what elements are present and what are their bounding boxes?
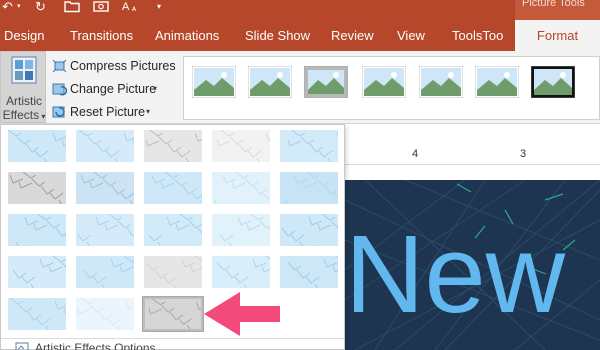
picture-style-option[interactable] <box>530 65 576 99</box>
camera-icon[interactable] <box>93 0 109 14</box>
picture-style-option[interactable] <box>418 65 464 99</box>
folder-icon[interactable] <box>64 0 80 14</box>
ribbon-adjust-group: Artistic Effects ▾ Compress Pictures Cha… <box>0 51 600 124</box>
font-size-down-icon[interactable]: ᴬ <box>132 3 136 17</box>
artistic-effect-option[interactable] <box>142 296 204 332</box>
horizontal-ruler: 4 3 <box>345 145 600 165</box>
tab-format[interactable]: Format <box>515 20 600 51</box>
tab-review[interactable]: Review <box>331 20 374 51</box>
picture-style-option[interactable] <box>247 65 293 99</box>
artistic-effect-option[interactable] <box>6 128 68 164</box>
artistic-effect-option[interactable] <box>74 170 136 206</box>
font-size-icon[interactable]: A <box>122 0 129 14</box>
tab-animations[interactable]: Animations <box>155 20 219 51</box>
title-bar: ↶ ▾ ↻ A ᴬ ▾ Picture Tools <box>0 0 600 20</box>
chevron-down-icon[interactable]: ▾ <box>153 79 157 99</box>
compress-icon <box>52 59 67 73</box>
change-picture-icon <box>52 83 67 96</box>
ribbon-tabs: Design Transitions Animations Slide Show… <box>0 20 600 51</box>
tab-toolstoo[interactable]: ToolsToo <box>452 20 503 51</box>
artistic-effect-option[interactable] <box>6 170 68 206</box>
options-icon <box>15 342 29 350</box>
undo-icon[interactable]: ↶ <box>2 0 13 14</box>
artistic-effect-option[interactable] <box>278 212 340 248</box>
ruler-label: 4 <box>412 148 419 160</box>
picture-style-option[interactable] <box>474 65 520 99</box>
slide-title-text[interactable]: New <box>345 220 565 330</box>
artistic-effect-option[interactable] <box>6 212 68 248</box>
tab-design[interactable]: Design <box>4 20 44 51</box>
customize-qa-icon[interactable]: ▾ <box>157 0 161 14</box>
contextual-group-label: Picture Tools <box>515 0 600 20</box>
artistic-effects-menu: Artistic Effects Options... <box>0 124 345 350</box>
artistic-effect-option[interactable] <box>210 170 272 206</box>
reset-picture-label: Reset Picture <box>70 105 146 119</box>
tab-slide-show[interactable]: Slide Show <box>245 20 310 51</box>
artistic-effect-option[interactable] <box>210 128 272 164</box>
artistic-effect-option[interactable] <box>278 170 340 206</box>
artistic-effect-option[interactable] <box>142 128 204 164</box>
ruler-label: 3 <box>520 148 527 160</box>
tab-view[interactable]: View <box>397 20 425 51</box>
slide-preview[interactable]: New <box>345 180 600 350</box>
picture-style-option[interactable] <box>303 65 349 99</box>
artistic-effect-option[interactable] <box>74 254 136 290</box>
artistic-effect-option[interactable] <box>210 254 272 290</box>
change-picture-label: Change Picture <box>70 82 157 96</box>
artistic-effects-options-item[interactable]: Artistic Effects Options... <box>1 338 344 350</box>
reset-picture-icon <box>52 106 65 118</box>
artistic-effect-option[interactable] <box>142 212 204 248</box>
artistic-effects-options-label: Artistic Effects Options... <box>35 341 166 350</box>
chevron-down-icon: ▾ <box>39 112 46 121</box>
artistic-effect-option[interactable] <box>74 296 136 332</box>
artistic-effect-option[interactable] <box>6 254 68 290</box>
artistic-effect-option[interactable] <box>278 128 340 164</box>
artistic-effects-label-1: Artistic <box>6 94 42 108</box>
callout-arrow-icon <box>204 292 280 336</box>
chevron-down-icon[interactable]: ▾ <box>146 102 150 122</box>
compress-label: Compress Pictures <box>70 59 176 73</box>
undo-dropdown-icon[interactable]: ▾ <box>17 0 21 14</box>
artistic-effects-label-2: Effects ▾ <box>2 108 46 122</box>
artistic-effect-option[interactable] <box>142 254 204 290</box>
artistic-effects-button[interactable]: Artistic Effects ▾ <box>0 51 46 123</box>
artistic-effect-option[interactable] <box>278 254 340 290</box>
artistic-effects-icon <box>11 56 37 84</box>
picture-styles-gallery <box>183 56 600 120</box>
redo-icon[interactable]: ↻ <box>35 0 46 14</box>
artistic-effect-option[interactable] <box>6 296 68 332</box>
tab-transitions[interactable]: Transitions <box>70 20 133 51</box>
artistic-effect-option[interactable] <box>74 128 136 164</box>
artistic-effect-option[interactable] <box>210 212 272 248</box>
artistic-effect-option[interactable] <box>74 212 136 248</box>
artistic-effect-option[interactable] <box>142 170 204 206</box>
picture-style-option[interactable] <box>191 65 237 99</box>
picture-style-option[interactable] <box>361 65 407 99</box>
